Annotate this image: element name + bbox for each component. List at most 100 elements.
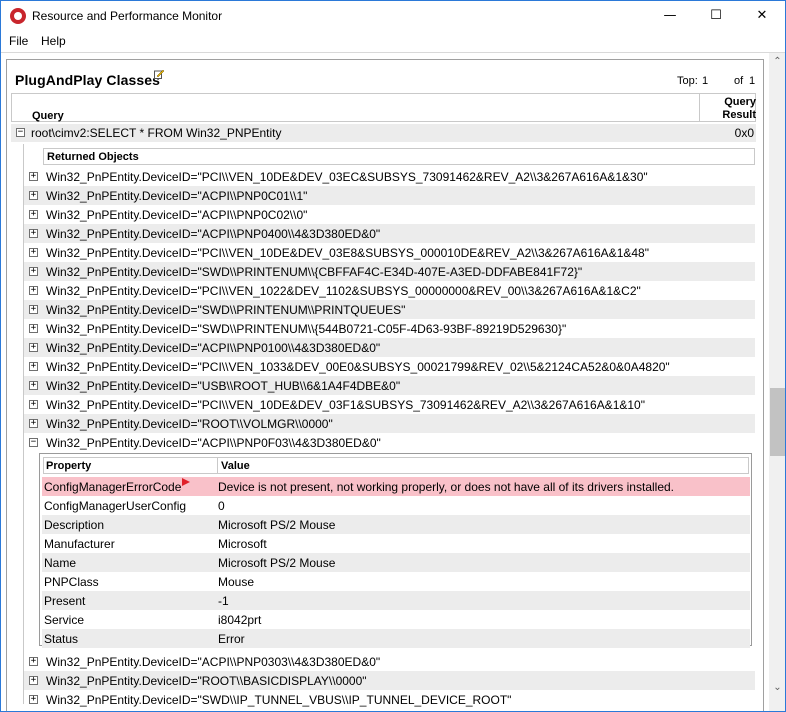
property-row[interactable]: Service i8042prt <box>42 610 750 629</box>
expand-icon[interactable]: + <box>29 676 38 685</box>
returned-object-row[interactable]: + Win32_PnPEntity.DeviceID="ACPI\\PNP0C01… <box>24 186 755 205</box>
expand-icon[interactable]: + <box>29 229 38 238</box>
returned-object-row[interactable]: + Win32_PnPEntity.DeviceID="SWD\\IP_TUNNE… <box>24 690 755 709</box>
returned-object-label: Win32_PnPEntity.DeviceID="PCI\\VEN_10DE&… <box>46 398 645 412</box>
property-row[interactable]: Present -1 <box>42 591 750 610</box>
returned-object-row[interactable]: + Win32_PnPEntity.DeviceID="ACPI\\PNP0100… <box>24 338 755 357</box>
expand-icon[interactable]: + <box>29 172 38 181</box>
returned-object-label: Win32_PnPEntity.DeviceID="ACPI\\PNP0303\… <box>46 655 381 669</box>
returned-object-row[interactable]: − Win32_PnPEntity.DeviceID="ACPI\\PNP0F03… <box>24 433 755 452</box>
collapse-icon[interactable]: − <box>16 128 25 137</box>
property-value: Mouse <box>218 575 255 589</box>
top-label: Top: <box>677 75 698 87</box>
expand-icon[interactable]: + <box>29 191 38 200</box>
menu-bar: File Help <box>1 31 785 52</box>
menu-help[interactable]: Help <box>39 34 68 48</box>
returned-object-label: Win32_PnPEntity.DeviceID="PCI\\VEN_10DE&… <box>46 246 649 260</box>
returned-object-label: Win32_PnPEntity.DeviceID="ACPI\\PNP0F03\… <box>46 436 381 450</box>
returned-object-label: Win32_PnPEntity.DeviceID="ROOT\\VOLMGR\\… <box>46 417 333 431</box>
returned-object-row[interactable]: + Win32_PnPEntity.DeviceID="SWD\\PRINTENU… <box>24 319 755 338</box>
property-row[interactable]: Status Error <box>42 629 750 648</box>
title-bar[interactable]: Resource and Performance Monitor — ☐ ✕ <box>1 1 785 31</box>
returned-objects-panel: Returned Objects + Win32_PnPEntity.Device… <box>23 144 756 707</box>
returned-object-row[interactable]: + Win32_PnPEntity.DeviceID="ACPI\\PNP0303… <box>24 652 755 671</box>
expand-icon[interactable]: + <box>29 305 38 314</box>
returned-object-row[interactable]: + Win32_PnPEntity.DeviceID="SWD\\PRINTENU… <box>24 300 755 319</box>
minimize-button[interactable]: — <box>647 1 693 31</box>
returned-object-row[interactable]: + Win32_PnPEntity.DeviceID="PCI\\VEN_10DE… <box>24 243 755 262</box>
close-button[interactable]: ✕ <box>739 1 785 31</box>
returned-object-row[interactable]: + Win32_PnPEntity.DeviceID="ACPI\\PNP0400… <box>24 224 755 243</box>
vertical-scrollbar[interactable]: ⌃ ⌄ <box>769 53 785 711</box>
returned-objects-header-label: Returned Objects <box>47 151 139 163</box>
app-logo-icon <box>10 8 26 24</box>
property-value: Microsoft <box>218 537 267 551</box>
scrollbar-thumb[interactable] <box>770 388 785 456</box>
property-name: Present <box>44 594 86 608</box>
expand-icon[interactable]: + <box>29 343 38 352</box>
returned-object-label: Win32_PnPEntity.DeviceID="ROOT\\BASICDIS… <box>46 674 367 688</box>
expand-icon[interactable]: + <box>29 324 38 333</box>
expand-icon[interactable]: + <box>29 419 38 428</box>
column-divider <box>699 94 700 121</box>
property-table: Property Value ConfigManagerErrorCode Dev… <box>39 453 752 648</box>
returned-object-label: Win32_PnPEntity.DeviceID="ACPI\\PNP0100\… <box>46 341 381 355</box>
column-header-value[interactable]: Value <box>221 460 250 472</box>
property-value: Error <box>218 632 245 646</box>
top-value: 1 <box>702 75 709 87</box>
property-row[interactable]: ConfigManagerUserConfig 0 <box>42 496 750 515</box>
edit-icon[interactable] <box>154 69 164 79</box>
column-header-query[interactable]: Query <box>32 110 64 122</box>
query-row[interactable]: − root\cimv2:SELECT * FROM Win32_PNPEnti… <box>11 124 756 142</box>
property-row[interactable]: ConfigManagerErrorCode Device is not pres… <box>42 477 750 496</box>
property-row[interactable]: Description Microsoft PS/2 Mouse <box>42 515 750 534</box>
collapse-icon[interactable]: − <box>29 438 38 447</box>
expand-icon[interactable]: + <box>29 286 38 295</box>
returned-object-label: Win32_PnPEntity.DeviceID="ACPI\\PNP0C01\… <box>46 189 308 203</box>
expand-icon[interactable]: + <box>29 267 38 276</box>
scroll-down-icon[interactable]: ⌄ <box>769 679 785 696</box>
returned-object-label: Win32_PnPEntity.DeviceID="ACPI\\PNP0C02\… <box>46 208 308 222</box>
property-value: Microsoft PS/2 Mouse <box>218 518 336 532</box>
column-header-property[interactable]: Property <box>46 460 91 472</box>
returned-object-label: Win32_PnPEntity.DeviceID="SWD\\IP_TUNNEL… <box>46 693 512 707</box>
returned-object-label: Win32_PnPEntity.DeviceID="ACPI\\PNP0400\… <box>46 227 381 241</box>
window-title: Resource and Performance Monitor <box>32 9 223 23</box>
returned-object-row[interactable]: + Win32_PnPEntity.DeviceID="ROOT\\BASICDI… <box>24 671 755 690</box>
returned-object-label: Win32_PnPEntity.DeviceID="PCI\\VEN_1033&… <box>46 360 670 374</box>
menu-file[interactable]: File <box>7 34 30 48</box>
app-window: Resource and Performance Monitor — ☐ ✕ F… <box>0 0 786 712</box>
property-row[interactable]: PNPClass Mouse <box>42 572 750 591</box>
column-header-query-result[interactable]: Query Result <box>714 96 756 122</box>
expand-icon[interactable]: + <box>29 248 38 257</box>
query-table-header: Query Query Result <box>11 93 756 122</box>
property-row[interactable]: Manufacturer Microsoft <box>42 534 750 553</box>
returned-object-row[interactable]: + Win32_PnPEntity.DeviceID="SWD\\PRINTENU… <box>24 262 755 281</box>
column-divider <box>217 458 218 473</box>
maximize-button[interactable]: ☐ <box>693 1 739 31</box>
expand-icon[interactable]: + <box>29 381 38 390</box>
of-value: 1 <box>749 75 756 87</box>
returned-object-row[interactable]: + Win32_PnPEntity.DeviceID="USB\\ROOT_HUB… <box>24 376 755 395</box>
returned-object-label: Win32_PnPEntity.DeviceID="SWD\\PRINTENUM… <box>46 303 406 317</box>
property-name: ConfigManagerErrorCode <box>44 480 182 494</box>
returned-object-row[interactable]: + Win32_PnPEntity.DeviceID="PCI\\VEN_1022… <box>24 281 755 300</box>
of-label: of <box>734 75 744 87</box>
returned-object-row[interactable]: + Win32_PnPEntity.DeviceID="ACPI\\PNP0C02… <box>24 205 755 224</box>
returned-object-row[interactable]: + Win32_PnPEntity.DeviceID="PCI\\VEN_10DE… <box>24 167 755 186</box>
expand-icon[interactable]: + <box>29 400 38 409</box>
expand-icon[interactable]: + <box>29 657 38 666</box>
scroll-up-icon[interactable]: ⌃ <box>769 53 785 70</box>
property-name: Description <box>44 518 105 532</box>
error-flag-icon <box>182 478 190 486</box>
returned-object-row[interactable]: + Win32_PnPEntity.DeviceID="ROOT\\VOLMGR\… <box>24 414 755 433</box>
returned-object-row[interactable]: + Win32_PnPEntity.DeviceID="PCI\\VEN_1033… <box>24 357 755 376</box>
expand-icon[interactable]: + <box>29 362 38 371</box>
returned-object-row[interactable]: + Win32_PnPEntity.DeviceID="PCI\\VEN_10DE… <box>24 395 755 414</box>
property-row[interactable]: Name Microsoft PS/2 Mouse <box>42 553 750 572</box>
expand-icon[interactable]: + <box>29 210 38 219</box>
expand-icon[interactable]: + <box>29 695 38 704</box>
query-text: root\cimv2:SELECT * FROM Win32_PNPEntity <box>31 126 282 140</box>
property-name: Service <box>44 613 85 627</box>
returned-object-label: Win32_PnPEntity.DeviceID="SWD\\PRINTENUM… <box>46 265 583 279</box>
